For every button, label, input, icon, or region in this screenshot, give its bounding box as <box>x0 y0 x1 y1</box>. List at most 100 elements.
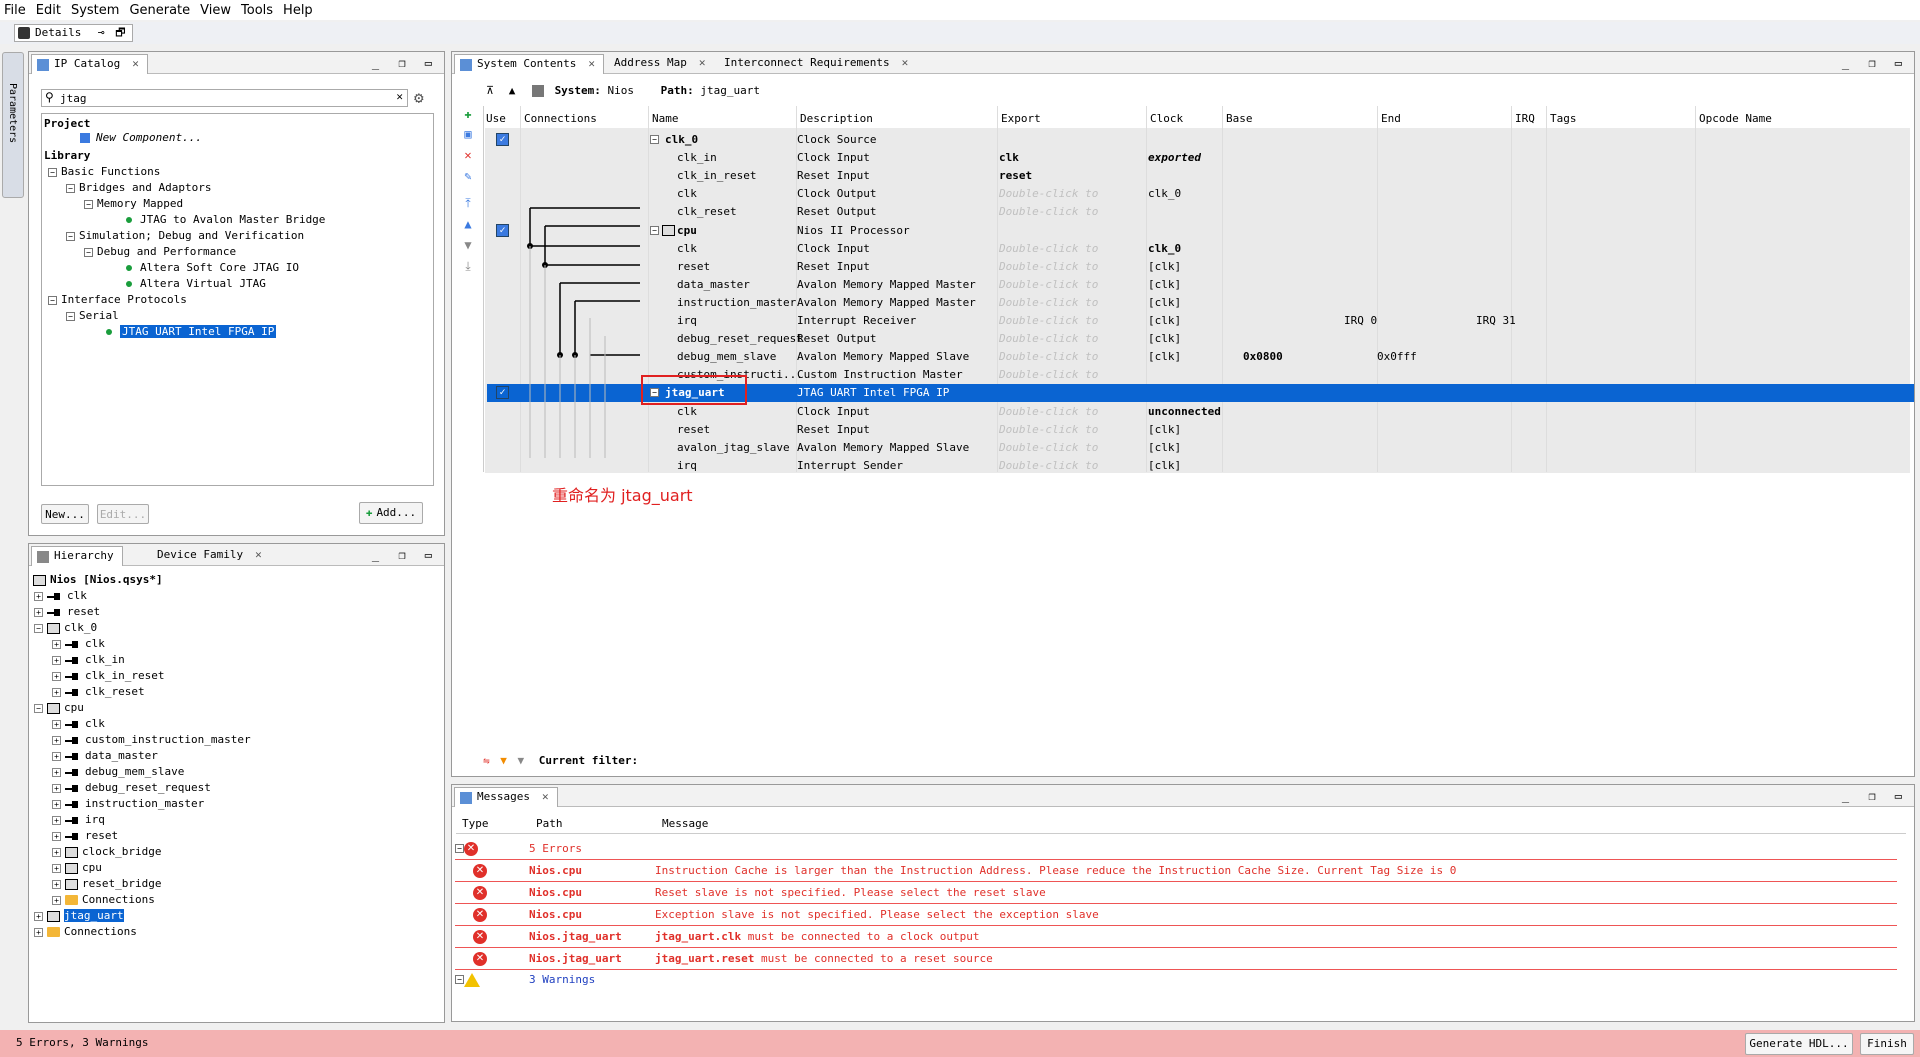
duplicate-icon[interactable]: ▣ <box>461 127 475 141</box>
filter-clear-icon[interactable]: ▼ <box>518 754 525 767</box>
window-buttons[interactable]: _ ❐ ▭ <box>372 56 438 70</box>
tree-soft-core-jtag[interactable]: Altera Soft Core JTAG IO <box>126 261 299 274</box>
hierarchy-item[interactable]: + reset_bridge <box>52 876 161 892</box>
move-bottom-icon[interactable]: ⤓ <box>461 259 475 273</box>
tree-debug-performance[interactable]: − Debug and Performance <box>84 245 236 258</box>
add-button[interactable]: ✚ Add... <box>359 502 423 524</box>
interface-row[interactable]: clk Clock Output Double-click to clk_0 <box>487 185 1914 203</box>
clear-icon[interactable]: ✕ <box>396 90 403 103</box>
expand-icon[interactable]: + <box>52 831 61 841</box>
expand-icon[interactable]: + <box>52 895 61 905</box>
hier-root[interactable]: Nios [Nios.qsys*] <box>33 572 163 588</box>
tab-address-map[interactable]: Address Map ✕ <box>606 54 713 74</box>
tree-memory-mapped[interactable]: − Memory Mapped <box>84 197 183 210</box>
expand-icon[interactable]: + <box>52 735 61 745</box>
tree-jtag-avalon-bridge[interactable]: JTAG to Avalon Master Bridge <box>126 213 325 226</box>
menu-tools[interactable]: Tools <box>237 3 279 18</box>
interface-row[interactable]: reset Reset Input Double-click to [clk] <box>487 421 1914 439</box>
window-buttons[interactable]: _ ❐ ▭ <box>372 548 438 562</box>
interface-row[interactable]: clk Clock Input Double-click to unconnected <box>487 403 1914 421</box>
expand-icon[interactable]: + <box>52 863 61 873</box>
hierarchy-item[interactable]: − clk_0 <box>34 620 97 636</box>
tab-ip-catalog[interactable]: IP Catalog ✕ <box>31 54 148 74</box>
hierarchy-item[interactable]: + Connections <box>34 924 137 940</box>
error-message-row[interactable]: ✕ Nios.jtag_uart jtag_uart.clk must be con… <box>455 926 1897 948</box>
expand-icon[interactable]: − <box>34 703 43 713</box>
menu-help[interactable]: Help <box>279 3 319 18</box>
tree-new-component[interactable]: New Component... <box>80 131 202 144</box>
col-header-description[interactable]: Description <box>800 109 873 129</box>
edit-button[interactable]: Edit... <box>97 504 149 524</box>
expand-icon[interactable]: + <box>52 639 61 649</box>
col-header-tags[interactable]: Tags <box>1550 109 1577 129</box>
col-header-use[interactable]: Use <box>486 109 506 129</box>
hierarchy-item[interactable]: + cpu <box>52 860 102 876</box>
error-message-row[interactable]: ✕ Nios.cpu Instruction Cache is larger tha… <box>455 860 1897 882</box>
component-row[interactable]: ✓ − clk_0 Clock Source <box>487 131 1914 149</box>
collapse-icon[interactable]: − <box>66 183 75 193</box>
new-button[interactable]: New... <box>41 504 89 524</box>
hierarchy-item[interactable]: + clk <box>34 588 87 604</box>
collapse-icon[interactable]: − <box>66 231 75 241</box>
expand-icon[interactable]: + <box>52 655 61 665</box>
tab-device-family[interactable]: Device Family ✕ <box>149 546 270 566</box>
errors-group[interactable]: − ✕ 5 Errors <box>455 838 1897 860</box>
filter-tool-icon[interactable]: ⇋ <box>483 754 490 767</box>
pin-icon[interactable]: ⊸ <box>98 26 105 39</box>
hierarchy-item[interactable]: + clk <box>52 716 105 732</box>
interface-row[interactable]: avalon_jtag_slave Avalon Memory Mapped Sl… <box>487 439 1914 457</box>
tab-messages[interactable]: Messages ✕ <box>454 787 558 807</box>
use-checkbox[interactable]: ✓ <box>496 133 509 146</box>
expand-icon[interactable]: + <box>34 591 43 601</box>
expand-icon[interactable]: + <box>52 671 61 681</box>
move-up-icon[interactable]: ▲ <box>461 217 475 231</box>
search-input[interactable] <box>60 91 380 105</box>
expand-icon[interactable]: + <box>52 879 61 889</box>
collapse-icon[interactable]: − <box>66 311 75 321</box>
menu-file[interactable]: File <box>0 3 32 18</box>
tree-virtual-jtag[interactable]: Altera Virtual JTAG <box>126 277 266 290</box>
collapse-icon[interactable]: − <box>650 135 659 144</box>
expand-icon[interactable]: + <box>34 607 43 617</box>
col-header-irq[interactable]: IRQ <box>1515 109 1535 129</box>
expand-icon[interactable]: − <box>34 623 43 633</box>
move-down-icon[interactable]: ▼ <box>461 238 475 252</box>
expand-icon[interactable]: + <box>52 751 61 761</box>
tree-bridges[interactable]: − Bridges and Adaptors <box>66 181 211 194</box>
col-header-base[interactable]: Base <box>1226 109 1253 129</box>
interface-row[interactable]: irq Interrupt Sender Double-click to [clk] <box>487 457 1914 475</box>
collapse-icon[interactable]: − <box>48 295 57 305</box>
error-message-row[interactable]: ✕ Nios.jtag_uart jtag_uart.reset must be c… <box>455 948 1897 970</box>
add-component-icon[interactable]: ✚ <box>461 107 475 121</box>
expand-icon[interactable]: + <box>52 799 61 809</box>
tree-simulation[interactable]: − Simulation; Debug and Verification <box>66 229 304 242</box>
col-header-clock[interactable]: Clock <box>1150 109 1183 129</box>
tree-serial[interactable]: − Serial <box>66 309 119 322</box>
hierarchy-item[interactable]: + clk_in <box>52 652 125 668</box>
close-icon[interactable]: ✕ <box>902 56 909 69</box>
menu-generate[interactable]: Generate <box>125 3 196 18</box>
details-tab[interactable]: Details ⊸ 🗗 <box>14 24 133 42</box>
hierarchy-item[interactable]: + clk <box>52 636 105 652</box>
collapse-icon[interactable]: − <box>84 199 93 209</box>
collapse-all-icon[interactable]: ⊼ <box>486 84 494 97</box>
up-icon[interactable]: ▲ <box>509 84 516 97</box>
remove-icon[interactable]: ✕ <box>461 148 475 162</box>
expand-icon[interactable]: + <box>52 687 61 697</box>
use-checkbox[interactable]: ✓ <box>496 223 509 237</box>
close-icon[interactable]: ✕ <box>132 57 139 70</box>
expand-icon[interactable]: + <box>52 783 61 793</box>
expand-icon[interactable]: + <box>52 719 61 729</box>
hierarchy-item[interactable]: + clk_reset <box>52 684 145 700</box>
collapse-icon[interactable]: − <box>455 844 464 853</box>
hierarchy-item[interactable]: + reset <box>34 604 100 620</box>
finish-button[interactable]: Finish <box>1860 1033 1914 1055</box>
hierarchy-item[interactable]: + debug_reset_request <box>52 780 211 796</box>
hierarchy-item[interactable]: + clk_in_reset <box>52 668 164 684</box>
menu-edit[interactable]: Edit <box>32 3 67 18</box>
restore-icon[interactable]: 🗗 <box>115 26 125 39</box>
interface-row[interactable]: irq Interrupt Receiver Double-click to [clk… <box>487 312 1914 330</box>
edit-component-icon[interactable]: ✎ <box>461 169 475 183</box>
expand-icon[interactable]: + <box>52 767 61 777</box>
interface-row[interactable]: clk_in_reset Reset Input reset <box>487 167 1914 185</box>
